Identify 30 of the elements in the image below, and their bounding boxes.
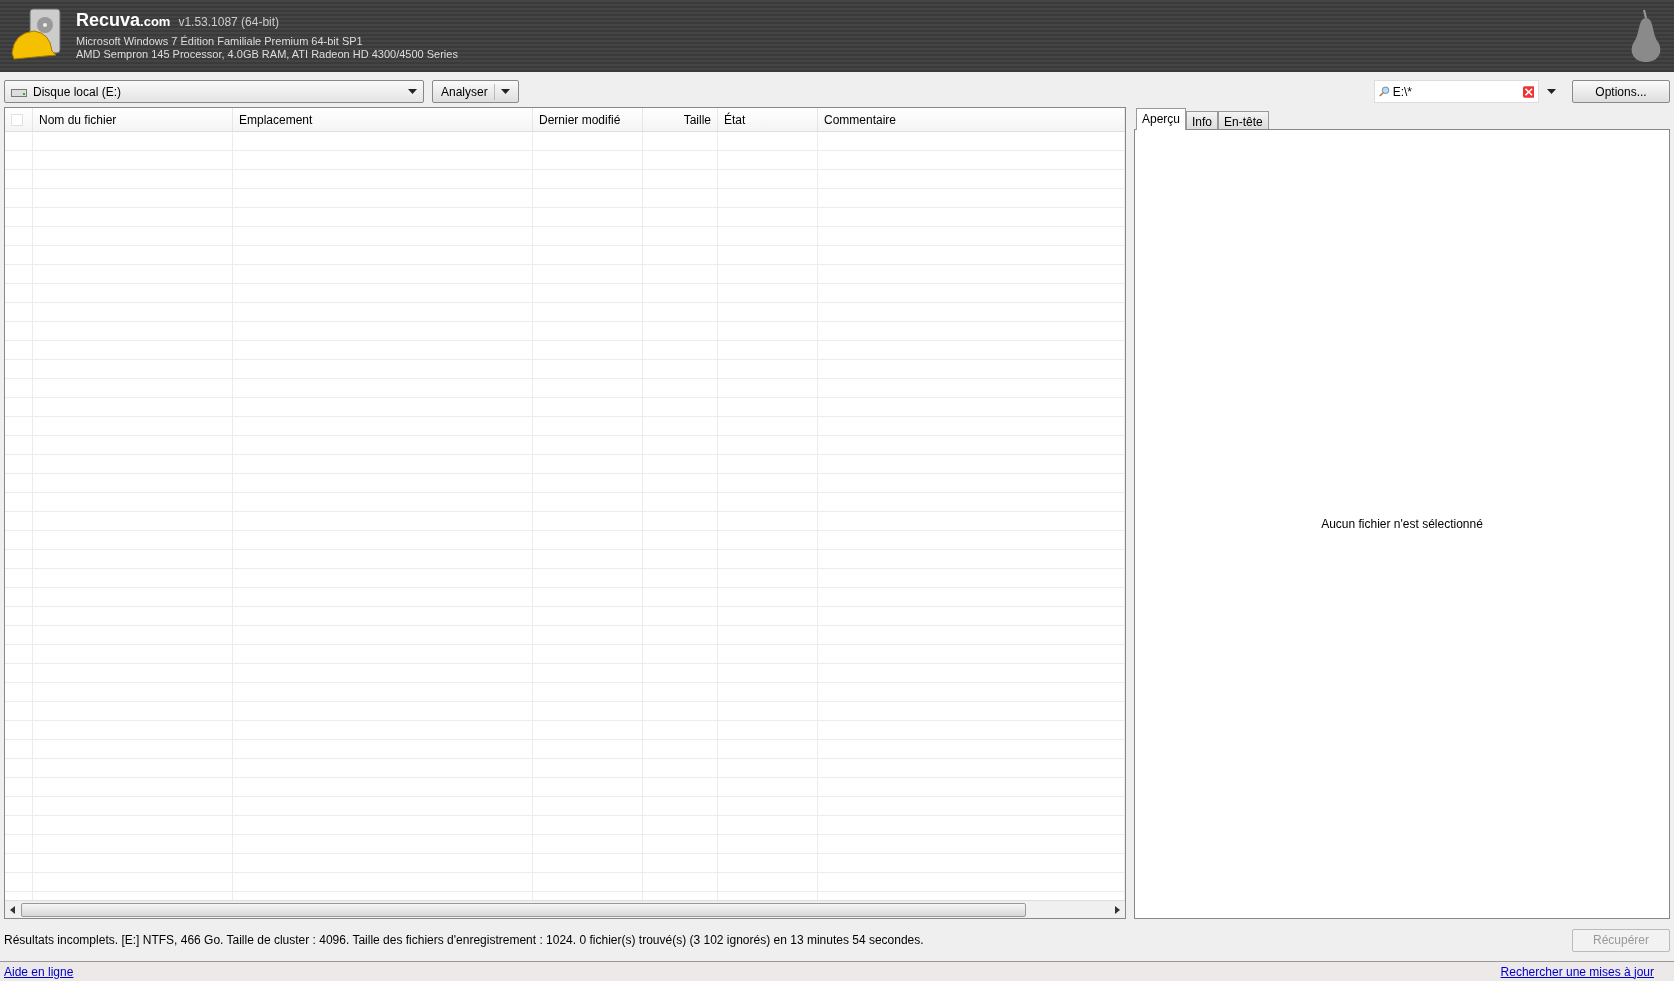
select-all-checkbox[interactable] [11,113,23,126]
caret-icon[interactable] [1547,89,1556,94]
preview-tab[interactable]: Info [1186,111,1219,129]
caret-icon [408,89,417,94]
column-header[interactable]: Emplacement [239,110,313,129]
empty-message: Aucun fichier n'est sélectionné [1321,516,1483,533]
column-header[interactable]: État [724,110,746,129]
status-text: Résultats incomplets. [E:] NTFS, 466 Go. Taille de cluster : 4096. Taille des fichiers d'enregistrement : 1024. 0 fichier(s) trouvé(s) (3 102 ignorés) en 13 minutes 54 secondes. [4,932,925,949]
column-header[interactable]: Taille [683,110,711,129]
system-info: Microsoft Windows 7 Édition Familiale Premium 64-bit SP1 [76,35,364,48]
drive-icon [11,86,27,97]
clear-icon[interactable] [1522,84,1534,99]
column-header[interactable]: Nom du fichier [39,110,117,129]
preview-tab[interactable]: Aperçu [1136,108,1187,130]
filter-box[interactable]: E:\* [1374,80,1539,103]
caret-icon [500,89,510,94]
column-header[interactable]: Dernier modifié [539,110,621,129]
analyze-split-button[interactable]: Analyser [432,80,519,103]
search-icon [1379,85,1390,98]
app-brand: Recuva.com [76,11,171,29]
drive-dropdown[interactable]: Disque local (E:) [4,80,424,103]
column-header[interactable]: Commentaire [824,110,897,129]
preview-tab[interactable]: En-tête [1218,111,1269,129]
help-link[interactable]: Rechercher une mises à jour [1500,962,1654,981]
scrollbar-thumb[interactable] [21,902,1026,917]
system-info: AMD Sempron 145 Processor, 4.0GB RAM, ATI Radeon HD 4300/4500 Series [76,48,459,61]
version-label: v1.53.1087 (64-bit) [178,14,280,31]
help-link[interactable]: Aide en ligne [4,962,74,981]
horizontal-scrollbar[interactable] [5,900,1125,918]
options-button[interactable]: Options... [1572,80,1670,103]
